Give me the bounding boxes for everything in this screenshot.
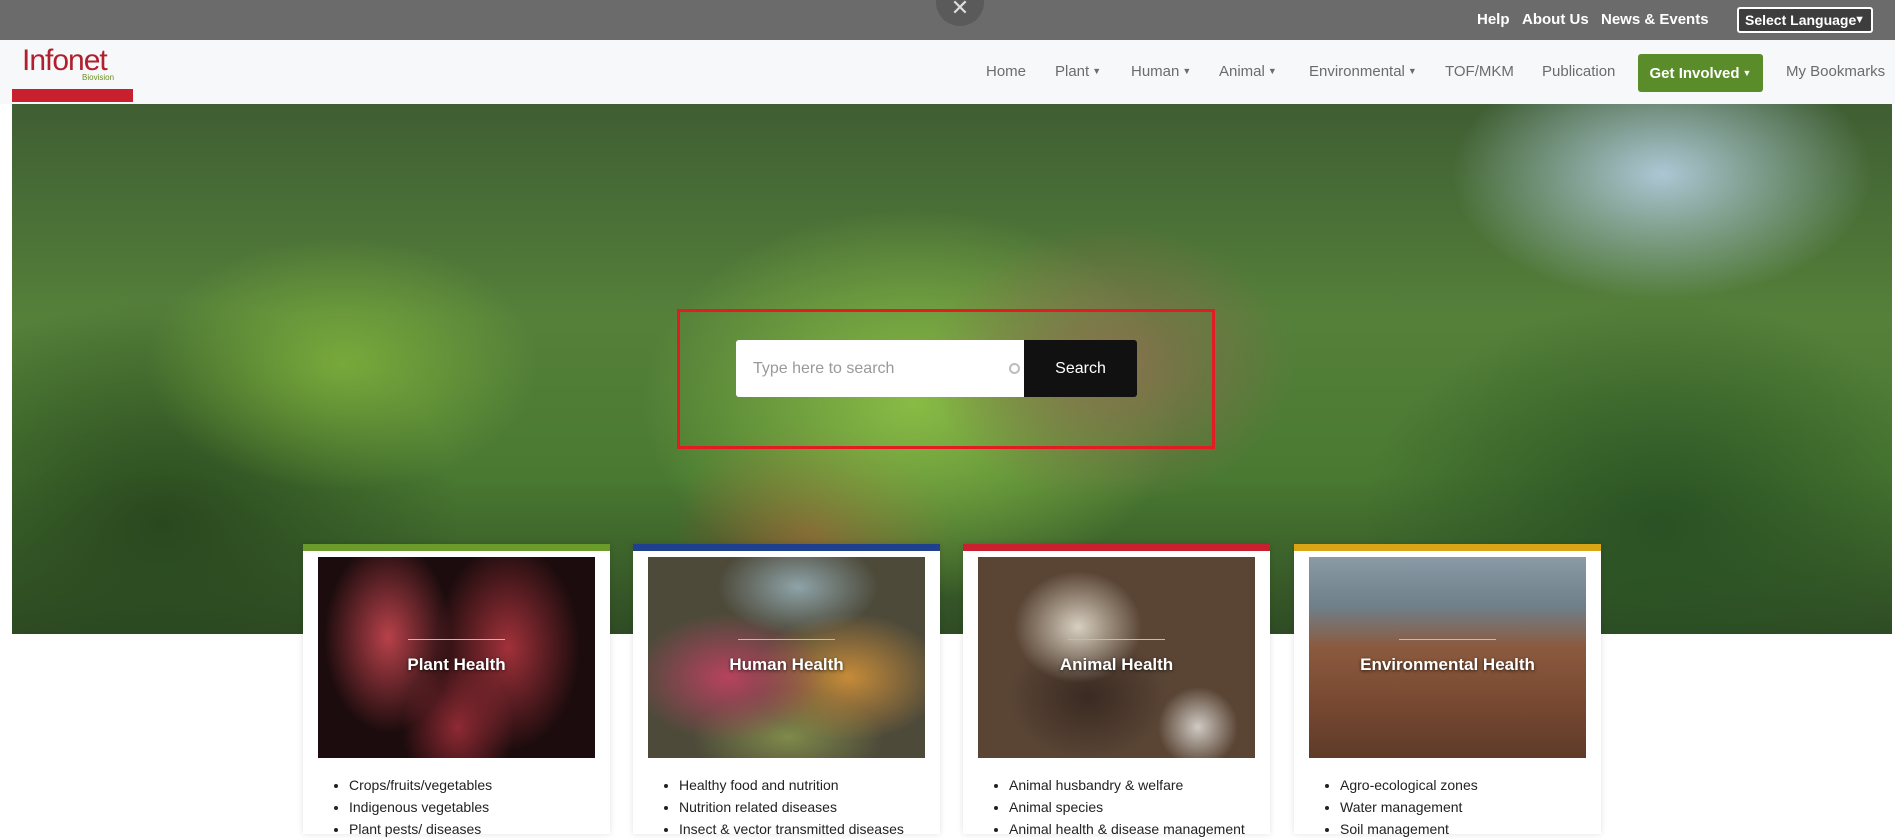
title-divider bbox=[1068, 639, 1165, 640]
caret-down-icon: ▼ bbox=[1407, 66, 1417, 76]
environmental-health-image[interactable]: Environmental Health bbox=[1309, 557, 1586, 758]
nav-home[interactable]: Home bbox=[986, 63, 1026, 80]
title-divider bbox=[1399, 639, 1496, 640]
title-divider bbox=[408, 639, 505, 640]
site-logo[interactable]: Infonet Biovision bbox=[12, 40, 133, 102]
nav-human[interactable]: Human ▼ bbox=[1131, 63, 1191, 80]
list-item[interactable]: Insect & vector transmitted diseases bbox=[679, 818, 904, 840]
card-title: Plant Health bbox=[407, 655, 506, 674]
news-events-link[interactable]: News & Events bbox=[1601, 11, 1709, 28]
nav-tof-mkm[interactable]: TOF/MKM bbox=[1445, 63, 1514, 80]
caret-down-icon: ▼ bbox=[1092, 66, 1102, 76]
caret-down-icon: ▼ bbox=[1742, 68, 1752, 78]
nav-plant[interactable]: Plant ▼ bbox=[1055, 63, 1101, 80]
list-item[interactable]: Soil management bbox=[1340, 818, 1478, 840]
logo-bar bbox=[12, 89, 133, 102]
card-topic-list: Crops/fruits/vegetables Indigenous veget… bbox=[349, 774, 492, 840]
animal-health-image[interactable]: Animal Health bbox=[978, 557, 1255, 758]
utility-bar: ✕ Help About Us News & Events Select Lan… bbox=[0, 0, 1895, 40]
card-topic-list: Healthy food and nutrition Nutrition rel… bbox=[679, 774, 904, 840]
language-select[interactable]: Select Language ▼ bbox=[1737, 7, 1873, 33]
list-item[interactable]: Nutrition related diseases bbox=[679, 796, 904, 818]
get-involved-button[interactable]: Get Involved ▼ bbox=[1638, 54, 1763, 92]
nav-environmental[interactable]: Environmental ▼ bbox=[1309, 63, 1417, 80]
card-topic-list: Agro-ecological zones Water management S… bbox=[1340, 774, 1478, 840]
search-button[interactable]: Search bbox=[1024, 340, 1137, 397]
about-us-link[interactable]: About Us bbox=[1522, 11, 1589, 28]
card-accent-bar bbox=[303, 544, 610, 551]
list-item[interactable]: Animal species bbox=[1009, 796, 1245, 818]
nav-tof-mkm-label: TOF/MKM bbox=[1445, 63, 1514, 80]
nav-publication-label: Publication bbox=[1542, 63, 1616, 80]
card-title: Environmental Health bbox=[1360, 655, 1535, 674]
card-accent-bar bbox=[963, 544, 1270, 551]
my-bookmarks-link[interactable]: My Bookmarks bbox=[1786, 63, 1885, 80]
card-title: Human Health bbox=[729, 655, 844, 674]
list-item[interactable]: Water management bbox=[1340, 796, 1478, 818]
environmental-health-card[interactable]: Environmental Health Agro-ecological zon… bbox=[1294, 544, 1601, 837]
title-divider bbox=[738, 639, 835, 640]
list-item[interactable]: Animal husbandry & welfare bbox=[1009, 774, 1245, 796]
list-item[interactable]: Healthy food and nutrition bbox=[679, 774, 904, 796]
nav-human-label: Human bbox=[1131, 63, 1180, 80]
search-input[interactable] bbox=[736, 340, 1024, 397]
nav-environmental-label: Environmental bbox=[1309, 63, 1405, 80]
list-item[interactable]: Agro-ecological zones bbox=[1340, 774, 1478, 796]
logo-subtitle: Biovision bbox=[82, 73, 115, 82]
nav-publication[interactable]: Publication bbox=[1542, 63, 1615, 80]
card-accent-bar bbox=[1294, 544, 1601, 551]
nav-home-label: Home bbox=[986, 63, 1027, 80]
get-involved-label: Get Involved bbox=[1649, 65, 1740, 82]
nav-animal-label: Animal bbox=[1219, 63, 1265, 80]
plant-health-image[interactable]: Plant Health bbox=[318, 557, 595, 758]
plant-health-card[interactable]: Plant Health Crops/fruits/vegetables Ind… bbox=[303, 544, 610, 837]
list-item[interactable]: Plant pests/ diseases bbox=[349, 818, 492, 840]
nav-animal[interactable]: Animal ▼ bbox=[1219, 63, 1277, 80]
close-icon[interactable]: ✕ bbox=[936, 0, 984, 26]
main-header: Infonet Biovision Home Plant ▼ Human ▼ Ani… bbox=[0, 40, 1895, 104]
language-select-label: Select Language bbox=[1745, 12, 1857, 28]
human-health-card[interactable]: Human Health Healthy food and nutrition … bbox=[633, 544, 940, 837]
card-topic-list: Animal husbandry & welfare Animal specie… bbox=[1009, 774, 1245, 840]
card-title: Animal Health bbox=[1059, 655, 1174, 674]
list-item[interactable]: Indigenous vegetables bbox=[349, 796, 492, 818]
loading-spinner-icon bbox=[1009, 363, 1020, 374]
animal-health-card[interactable]: Animal Health Animal husbandry & welfare… bbox=[963, 544, 1270, 837]
caret-down-icon: ▼ bbox=[1182, 66, 1192, 76]
list-item[interactable]: Animal health & disease management bbox=[1009, 818, 1245, 840]
help-link[interactable]: Help bbox=[1477, 11, 1510, 28]
caret-down-icon: ▼ bbox=[1267, 66, 1277, 76]
list-item[interactable]: Crops/fruits/vegetables bbox=[349, 774, 492, 796]
card-accent-bar bbox=[633, 544, 940, 551]
chevron-down-icon: ▼ bbox=[1854, 14, 1865, 26]
nav-plant-label: Plant bbox=[1055, 63, 1090, 80]
human-health-image[interactable]: Human Health bbox=[648, 557, 925, 758]
